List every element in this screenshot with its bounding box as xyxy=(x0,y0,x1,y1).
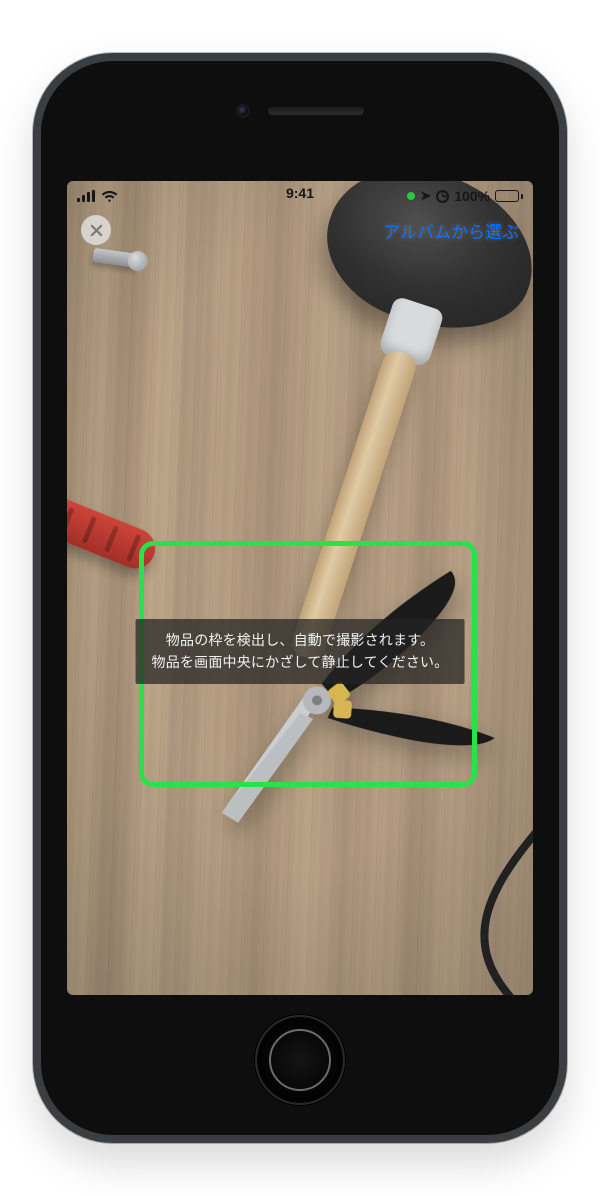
screen: 物品の枠を検出し、自動で撮影されます。 物品を画面中央にかざして静止してください… xyxy=(67,181,533,995)
phone-bezel: 物品の枠を検出し、自動で撮影されます。 物品を画面中央にかざして静止してください… xyxy=(41,61,559,1135)
close-icon xyxy=(90,224,103,237)
battery-percent: 100% xyxy=(454,188,490,204)
battery-icon xyxy=(495,190,523,202)
camera-in-use-indicator-icon xyxy=(407,192,415,200)
status-time: 9:41 xyxy=(286,185,314,201)
instruction-toast: 物品の枠を検出し、自動で撮影されます。 物品を画面中央にかざして静止してください… xyxy=(136,619,465,684)
home-button[interactable] xyxy=(255,1015,345,1105)
alarm-icon xyxy=(436,190,449,203)
home-button-ring-icon xyxy=(269,1029,331,1091)
phone-frame: 物品の枠を検出し、自動で撮影されます。 物品を画面中央にかざして静止してください… xyxy=(33,53,567,1143)
nav-bar: アルバムから選ぶ xyxy=(67,207,533,253)
instruction-line2: 物品を画面中央にかざして静止してください。 xyxy=(152,651,449,673)
cable-object xyxy=(363,825,533,995)
earpiece-speaker xyxy=(268,107,364,115)
sensor-bar xyxy=(41,101,559,121)
choose-from-album-link[interactable]: アルバムから選ぶ xyxy=(383,218,519,243)
status-bar: 9:41 ➤ 100% xyxy=(67,181,533,207)
cellular-signal-icon xyxy=(77,190,95,202)
close-button[interactable] xyxy=(81,215,111,245)
location-icon: ➤ xyxy=(420,188,431,204)
instruction-line1: 物品の枠を検出し、自動で撮影されます。 xyxy=(166,632,434,648)
front-camera xyxy=(236,104,250,118)
wifi-icon xyxy=(101,190,118,203)
camera-viewfinder[interactable] xyxy=(67,181,533,995)
